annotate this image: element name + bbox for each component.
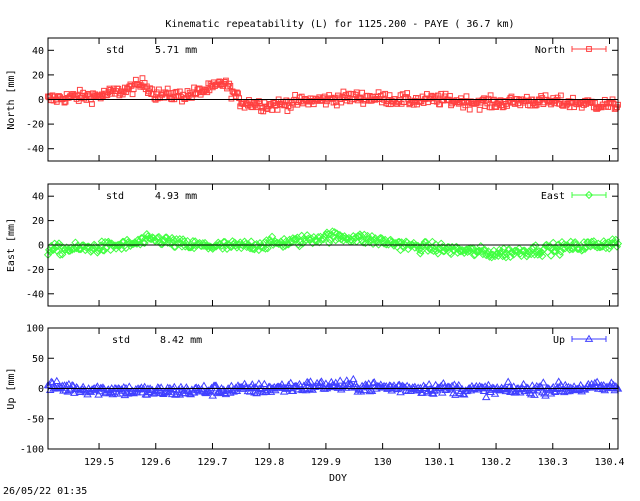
- up-legend-label: Up: [553, 335, 565, 346]
- x-tick-label: 130.4: [594, 457, 624, 468]
- y-tick-label: -100: [20, 445, 44, 456]
- x-tick-label: 130: [374, 457, 392, 468]
- y-tick-label: 40: [32, 46, 44, 57]
- data-point: [139, 75, 146, 82]
- y-tick-label: 100: [26, 324, 44, 335]
- east-std-value: 4.93 mm: [155, 191, 197, 202]
- up-legend-symbol: [571, 334, 607, 342]
- x-tick-label: 130.3: [538, 457, 568, 468]
- y-tick-label: 20: [32, 70, 44, 81]
- y-tick-label: 20: [32, 216, 44, 227]
- east-points: [43, 227, 623, 262]
- up-points: [43, 374, 623, 401]
- timestamp: 26/05/22 01:35: [3, 486, 87, 496]
- north-legend-label: North: [535, 45, 565, 56]
- x-tick-label: 130.2: [481, 457, 511, 468]
- data-point: [52, 376, 62, 385]
- x-tick-label: 129.9: [311, 457, 341, 468]
- east-y-axis-label: East [mm]: [6, 218, 17, 272]
- north-legend-symbol: [571, 46, 607, 52]
- y-tick-label: 0: [38, 95, 44, 106]
- y-tick-label: -50: [26, 414, 44, 425]
- x-tick-label: 129.5: [84, 457, 114, 468]
- north-panel: 40 20 0 -20 -40 North [mm] std 5.71 mm North: [6, 37, 621, 162]
- x-tick-label: 129.8: [254, 457, 284, 468]
- data-point: [476, 106, 483, 113]
- y-tick-label: -20: [26, 265, 44, 276]
- east-legend-symbol: [571, 190, 607, 200]
- y-tick-label: 40: [32, 192, 44, 203]
- y-tick-label: -40: [26, 144, 44, 155]
- data-point: [76, 86, 83, 93]
- x-tick-label: 129.6: [141, 457, 171, 468]
- east-std-label: std: [106, 191, 124, 202]
- up-panel: 100 50 0 -50 -100 129.5 129.6 129.7 129.8 129.9 1…: [6, 324, 625, 469]
- data-point: [503, 377, 513, 385]
- chart-title: Kinematic repeatability (L) for 1125.200…: [165, 19, 514, 30]
- y-tick-label: 0: [38, 241, 44, 252]
- y-tick-label: -20: [26, 120, 44, 131]
- north-std-value: 5.71 mm: [155, 45, 197, 56]
- data-point: [424, 379, 434, 388]
- data-point: [284, 108, 291, 114]
- up-y-axis-label: Up [mm]: [6, 367, 17, 409]
- up-std-value: 8.42 mm: [160, 335, 202, 346]
- repeatability-chart: Kinematic repeatability (L) for 1125.200…: [3, 19, 625, 497]
- y-tick-label: 0: [38, 384, 44, 395]
- north-points: [45, 75, 621, 115]
- up-std-label: std: [112, 335, 130, 346]
- x-axis-label: DOY: [329, 473, 347, 484]
- data-point: [260, 379, 269, 388]
- y-tick-label: 50: [32, 354, 44, 365]
- north-std-label: std: [106, 45, 124, 56]
- north-y-axis-label: North [mm]: [6, 69, 17, 129]
- data-point: [129, 91, 136, 98]
- data-point: [463, 93, 470, 100]
- x-tick-label: 129.7: [197, 457, 227, 468]
- data-point: [539, 378, 548, 386]
- x-tick-label: 130.1: [424, 457, 454, 468]
- y-tick-label: -40: [26, 289, 44, 300]
- east-legend-label: East: [541, 191, 565, 202]
- east-panel: 40 20 0 -20 -40 East [mm] std 4.93 mm East: [6, 183, 623, 307]
